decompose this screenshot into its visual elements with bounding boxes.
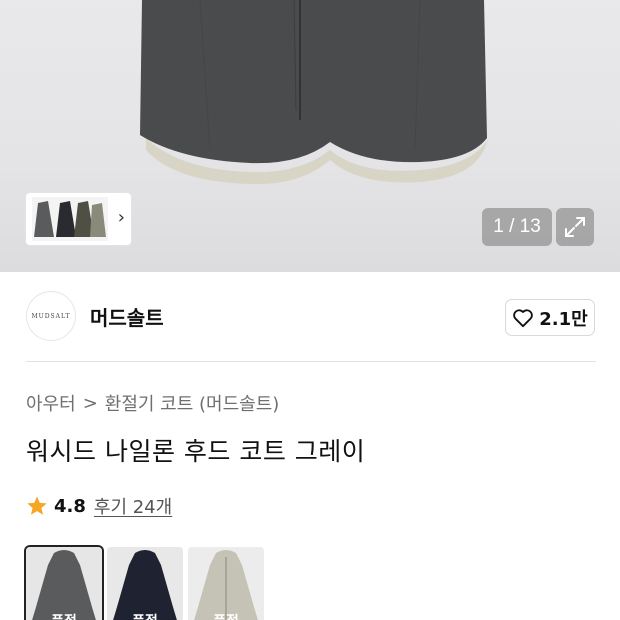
color-variants: 품절 품절 품절 (26, 547, 264, 620)
breadcrumb-item-category[interactable]: 환절기 코트 (머드솔트) (105, 390, 280, 416)
breadcrumb: 아우터 > 환절기 코트 (머드솔트) (26, 390, 279, 416)
variant-image (26, 547, 102, 620)
product-image-gallery[interactable]: › 1 / 13 (0, 0, 620, 272)
thumbnail-image (32, 197, 108, 241)
sold-out-tag: 품절 (26, 611, 102, 620)
chevron-right-icon[interactable]: › (118, 207, 125, 229)
like-button[interactable]: 2.1만 (505, 299, 595, 336)
like-count: 2.1만 (539, 308, 588, 330)
image-counter: 1 / 13 (482, 208, 552, 246)
brand-logo[interactable]: MUDSALT (26, 291, 76, 341)
rating-row: 4.8 후기 24개 (26, 493, 172, 519)
variant-image (107, 547, 183, 620)
thumbnail-strip[interactable]: › (26, 193, 131, 245)
variant-beige[interactable]: 품절 (188, 547, 264, 620)
divider (26, 361, 596, 362)
rating-score: 4.8 (54, 495, 86, 517)
brand-row: MUDSALT 머드솔트 2.1만 (0, 272, 620, 362)
heart-icon (513, 308, 534, 327)
brand-name[interactable]: 머드솔트 (90, 302, 164, 331)
breadcrumb-item-outer[interactable]: 아우터 (26, 390, 76, 416)
variant-image (188, 547, 264, 620)
sold-out-tag: 품절 (188, 611, 264, 620)
star-icon (27, 496, 47, 515)
expand-button[interactable] (556, 208, 594, 246)
expand-icon (565, 217, 585, 237)
sold-out-tag: 품절 (107, 611, 183, 620)
reviews-link[interactable]: 후기 24개 (94, 493, 172, 519)
variant-gray[interactable]: 품절 (26, 547, 102, 620)
breadcrumb-separator: > (82, 392, 98, 414)
product-title: 워시드 나일론 후드 코트 그레이 (26, 437, 366, 466)
variant-navy[interactable]: 품절 (107, 547, 183, 620)
